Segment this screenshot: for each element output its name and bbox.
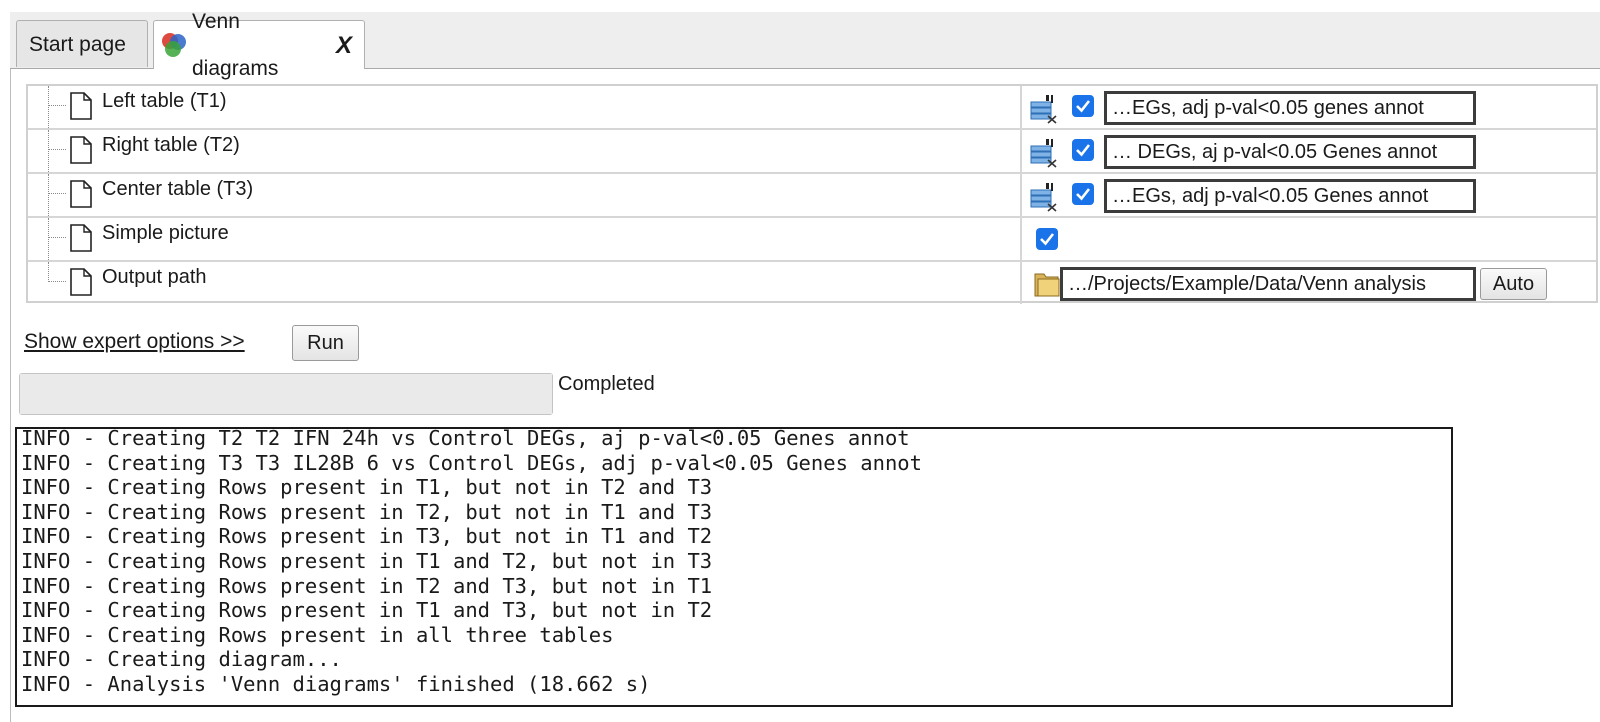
log-line: INFO - Creating Rows present in T2 and T… [21, 573, 713, 598]
document-icon [70, 180, 92, 208]
table-select-icon[interactable] [1030, 182, 1058, 212]
param-row-simple-picture: Simple picture [28, 218, 1596, 262]
log-line: INFO - Creating T2 T2 IFN 24h vs Control… [21, 427, 910, 450]
param-value-cell: …EGs, adj p-val<0.05 Genes annot [1024, 174, 1594, 216]
tree-line [48, 130, 49, 172]
log-line: INFO - Creating Rows present in T1, but … [21, 475, 713, 500]
param-label: Right table (T2) [102, 134, 240, 156]
param-name-cell: Simple picture [28, 218, 1022, 260]
tree-line [48, 218, 49, 260]
document-icon [70, 136, 92, 164]
tab-label: Start page [29, 32, 126, 56]
tab-venn-diagrams[interactable]: Venn diagrams X [153, 10, 365, 80]
log-output[interactable]: INFO - Creating T2 T2 IFN 24h vs Control… [15, 427, 1453, 707]
show-expert-options-link[interactable]: Show expert options >> [24, 330, 245, 354]
venn-icon [162, 33, 186, 57]
param-value-cell: …EGs, adj p-val<0.05 genes annot [1024, 86, 1594, 128]
param-row-left-table: Left table (T1) …EGs, adj p-val<0.05 gen… [28, 86, 1596, 130]
param-row-center-table: Center table (T3) …EGs, adj p-val<0.05 G… [28, 174, 1596, 218]
param-label: Output path [102, 266, 207, 288]
left-table-input[interactable]: …EGs, adj p-val<0.05 genes annot [1104, 91, 1476, 125]
log-line: INFO - Creating Rows present in T2, but … [21, 499, 713, 524]
center-table-input[interactable]: …EGs, adj p-val<0.05 Genes annot [1104, 179, 1476, 213]
log-line: INFO - Creating T3 T3 IL28B 6 vs Control… [21, 450, 922, 475]
log-lines: INFO - Creating T2 T2 IFN 24h vs Control… [21, 427, 922, 697]
document-icon [70, 92, 92, 120]
status-text: Completed [558, 373, 655, 395]
log-line: INFO - Creating Rows present in all thre… [21, 622, 614, 647]
tree-line [48, 281, 66, 282]
log-line: INFO - Creating Rows present in T1 and T… [21, 548, 713, 573]
param-label: Center table (T3) [102, 178, 254, 200]
tab-bar: Start page Venn diagrams X [10, 10, 1600, 80]
document-icon [70, 268, 92, 296]
log-line: INFO - Analysis 'Venn diagrams' finished… [21, 671, 651, 696]
param-name-cell: Right table (T2) [28, 130, 1022, 172]
document-icon [70, 224, 92, 252]
auto-button[interactable]: Auto [1480, 268, 1547, 300]
close-icon[interactable]: X [336, 22, 352, 69]
table-select-icon[interactable] [1030, 138, 1058, 168]
tab-label: Venn diagrams [192, 10, 279, 80]
param-row-output-path: Output path …/Projects/Example/Data/Venn… [28, 262, 1596, 306]
folder-icon[interactable] [1034, 270, 1060, 298]
tree-line [48, 174, 49, 216]
simple-picture-checkbox[interactable] [1036, 228, 1058, 250]
tab-start-page[interactable]: Start page [16, 20, 148, 67]
run-button[interactable]: Run [292, 325, 359, 361]
log-line: INFO - Creating diagram... [21, 647, 342, 672]
center-table-checkbox[interactable] [1072, 183, 1094, 205]
param-name-cell: Center table (T3) [28, 174, 1022, 216]
parameters-table: Left table (T1) …EGs, adj p-val<0.05 gen… [26, 84, 1598, 306]
progress-fill [20, 374, 552, 414]
progress-bar [19, 373, 553, 415]
tree-line [48, 237, 66, 238]
right-table-checkbox[interactable] [1072, 139, 1094, 161]
tree-line [48, 193, 66, 194]
tree-line [48, 86, 49, 128]
log-line: INFO - Creating Rows present in T1 and T… [21, 598, 713, 623]
tree-line [48, 149, 66, 150]
tree-line [48, 262, 49, 282]
left-table-checkbox[interactable] [1072, 95, 1094, 117]
param-row-right-table: Right table (T2) … DEGs, aj p-val<0.05 G… [28, 130, 1596, 174]
param-value-cell: … DEGs, aj p-val<0.05 Genes annot [1024, 130, 1594, 172]
param-value-cell: …/Projects/Example/Data/Venn analysis Au… [1024, 262, 1594, 304]
right-table-input[interactable]: … DEGs, aj p-val<0.05 Genes annot [1104, 135, 1476, 169]
output-path-input[interactable]: …/Projects/Example/Data/Venn analysis [1060, 267, 1476, 301]
param-name-cell: Output path [28, 262, 1022, 304]
tree-line [48, 105, 66, 106]
table-select-icon[interactable] [1030, 94, 1058, 124]
param-label: Left table (T1) [102, 90, 227, 112]
param-label: Simple picture [102, 222, 229, 244]
param-value-cell [1024, 218, 1594, 260]
log-line: INFO - Creating Rows present in T3, but … [21, 524, 713, 549]
param-name-cell: Left table (T1) [28, 86, 1022, 128]
